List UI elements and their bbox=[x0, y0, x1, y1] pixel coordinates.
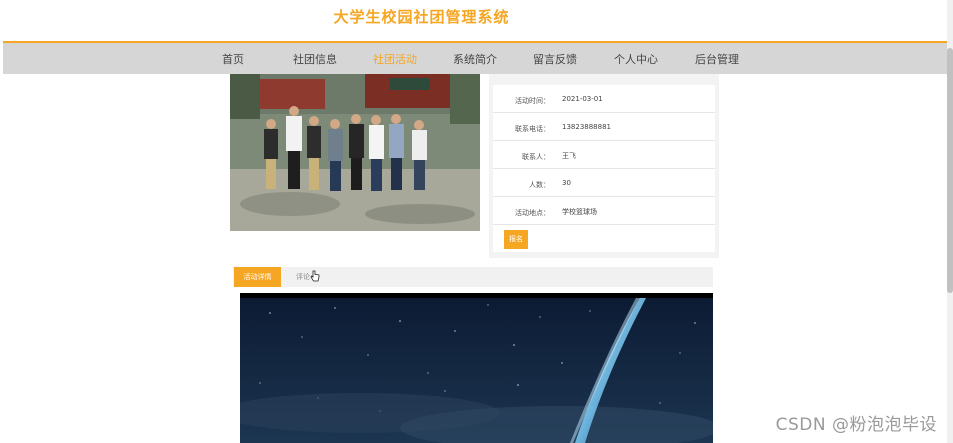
detail-value: 2021-03-01 bbox=[562, 95, 603, 103]
detail-row-count: 人数： 30 bbox=[493, 169, 715, 197]
nav-club-activities[interactable]: 社团活动 bbox=[373, 51, 417, 67]
scrollbar-thumb[interactable] bbox=[947, 48, 953, 293]
activity-detail-image bbox=[240, 293, 713, 443]
detail-label: 联系人： bbox=[522, 153, 550, 161]
csdn-watermark: CSDN @粉泡泡毕设 bbox=[775, 415, 937, 435]
nav-system-intro[interactable]: 系统简介 bbox=[453, 51, 497, 67]
activity-photo bbox=[230, 74, 480, 231]
tab-activity-details[interactable]: 活动详情 bbox=[234, 267, 281, 287]
detail-label: 活动时间： bbox=[515, 97, 550, 105]
site-title: 大学生校园社团管理系统 bbox=[333, 8, 510, 26]
nav-club-info[interactable]: 社团信息 bbox=[293, 51, 337, 67]
page: 大学生校园社团管理系统 首页 社团信息 社团活动 系统简介 留言反馈 个人中心 … bbox=[0, 0, 953, 443]
detail-row-location: 活动地点： 学校篮球场 bbox=[493, 197, 715, 225]
activity-details-panel: 活动时间： 2021-03-01 联系电话： 13823888881 联系人： … bbox=[489, 74, 719, 258]
detail-label: 人数： bbox=[529, 181, 550, 189]
nav-home[interactable]: 首页 bbox=[222, 51, 244, 67]
detail-value: 王飞 bbox=[562, 152, 576, 160]
detail-label: 活动地点： bbox=[515, 209, 550, 217]
detail-tabs: 活动详情 评论 bbox=[233, 267, 713, 287]
detail-row-phone: 联系电话： 13823888881 bbox=[493, 113, 715, 141]
detail-row-time: 活动时间： 2021-03-01 bbox=[493, 85, 715, 113]
nav-personal-center[interactable]: 个人中心 bbox=[614, 51, 658, 67]
hand-cursor-icon bbox=[310, 270, 320, 282]
detail-value: 13823888881 bbox=[562, 123, 611, 131]
activity-details-list: 活动时间： 2021-03-01 联系电话： 13823888881 联系人： … bbox=[493, 85, 715, 252]
page-scrollbar[interactable] bbox=[947, 0, 953, 443]
group-photo-image bbox=[230, 74, 480, 231]
detail-row-contact: 联系人： 王飞 bbox=[493, 141, 715, 169]
nav-admin[interactable]: 后台管理 bbox=[695, 51, 739, 67]
detail-value: 学校篮球场 bbox=[562, 208, 597, 216]
detail-value: 30 bbox=[562, 179, 571, 187]
signup-button[interactable]: 报名 bbox=[504, 230, 528, 249]
nav-message-feedback[interactable]: 留言反馈 bbox=[533, 51, 577, 67]
starry-sky-image bbox=[240, 293, 713, 443]
top-navbar: 首页 社团信息 社团活动 系统简介 留言反馈 个人中心 后台管理 bbox=[3, 41, 947, 74]
detail-label: 联系电话： bbox=[515, 125, 550, 133]
